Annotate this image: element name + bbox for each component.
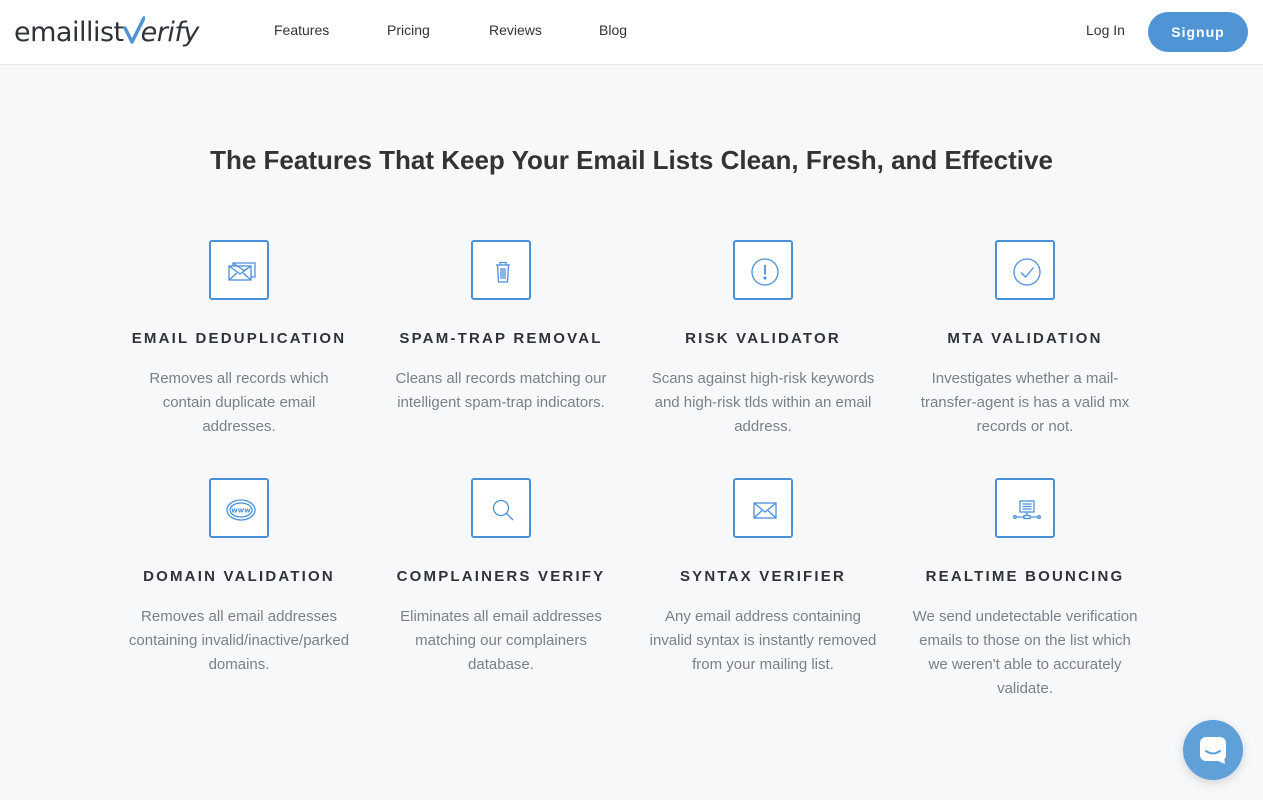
feature-card-realtime-bouncing: REALTIME BOUNCING We send undetectable v… [905,478,1145,701]
feature-title: REALTIME BOUNCING [925,568,1125,585]
feature-title: RISK VALIDATOR [685,330,841,347]
feature-description: Investigates whether a mail-transfer-age… [920,370,1130,435]
feature-description: Scans against high-risk keywords and hig… [651,370,875,435]
magnifier-icon [471,478,531,538]
trash-icon [471,240,531,300]
check-circle-icon [995,240,1055,300]
svg-text:www: www [231,507,251,515]
feature-card-risk-validator: RISK VALIDATOR Scans against high-risk k… [643,240,883,439]
feature-title: EMAIL DEDUPLICATION [131,330,347,347]
feature-title: SPAM-TRAP REMOVAL [399,330,603,347]
feature-card-complainers-verify: COMPLAINERS VERIFY Eliminates all email … [381,478,621,677]
nav-pricing-link[interactable]: Pricing [387,22,430,38]
feature-description: Any email address containing invalid syn… [649,608,877,673]
logo-text-right: erify [140,16,200,48]
logo-text-left: emaillist [14,16,124,48]
features-heading: The Features That Keep Your Email Lists … [210,145,1053,175]
feature-description: Removes all records which contain duplic… [149,370,329,435]
feature-card-domain-validation: www DOMAIN VALIDATION Removes all email … [119,478,359,677]
feature-title: MTA VALIDATION [947,330,1103,347]
feature-card-spam-trap-removal: SPAM-TRAP REMOVAL Cleans all records mat… [381,240,621,415]
nav-features-link[interactable]: Features [274,22,329,38]
signup-button[interactable]: Signup [1148,12,1248,52]
logo[interactable]: emaillist erify [14,12,199,52]
feature-description: Removes all email addresses containing i… [128,608,350,673]
feature-card-syntax-verifier: SYNTAX VERIFIER Any email address contai… [643,478,883,677]
feature-title: DOMAIN VALIDATION [143,568,335,585]
logo-check-icon [122,16,145,44]
nav-blog-link[interactable]: Blog [599,22,627,38]
feature-title: COMPLAINERS VERIFY [396,568,606,585]
feature-title: SYNTAX VERIFIER [679,568,847,585]
server-network-icon [995,478,1055,538]
chat-bubble-icon [1200,737,1226,764]
envelopes-icon [209,240,269,300]
nav-reviews-link[interactable]: Reviews [489,22,542,38]
envelope-icon [733,478,793,538]
feature-card-mta-validation: MTA VALIDATION Investigates whether a ma… [905,240,1145,439]
exclamation-circle-icon [733,240,793,300]
login-link[interactable]: Log In [1086,22,1125,38]
feature-description: Eliminates all email addresses matching … [400,608,602,673]
chat-launcher-button[interactable] [1183,720,1243,780]
top-navbar: emaillist erify Features Pricing Reviews… [0,0,1263,65]
feature-description: Cleans all records matching our intellig… [395,370,607,411]
feature-card-email-deduplication: EMAIL DEDUPLICATION Removes all records … [119,240,359,439]
www-icon: www [209,478,269,538]
feature-description: We send undetectable verification emails… [912,608,1138,697]
